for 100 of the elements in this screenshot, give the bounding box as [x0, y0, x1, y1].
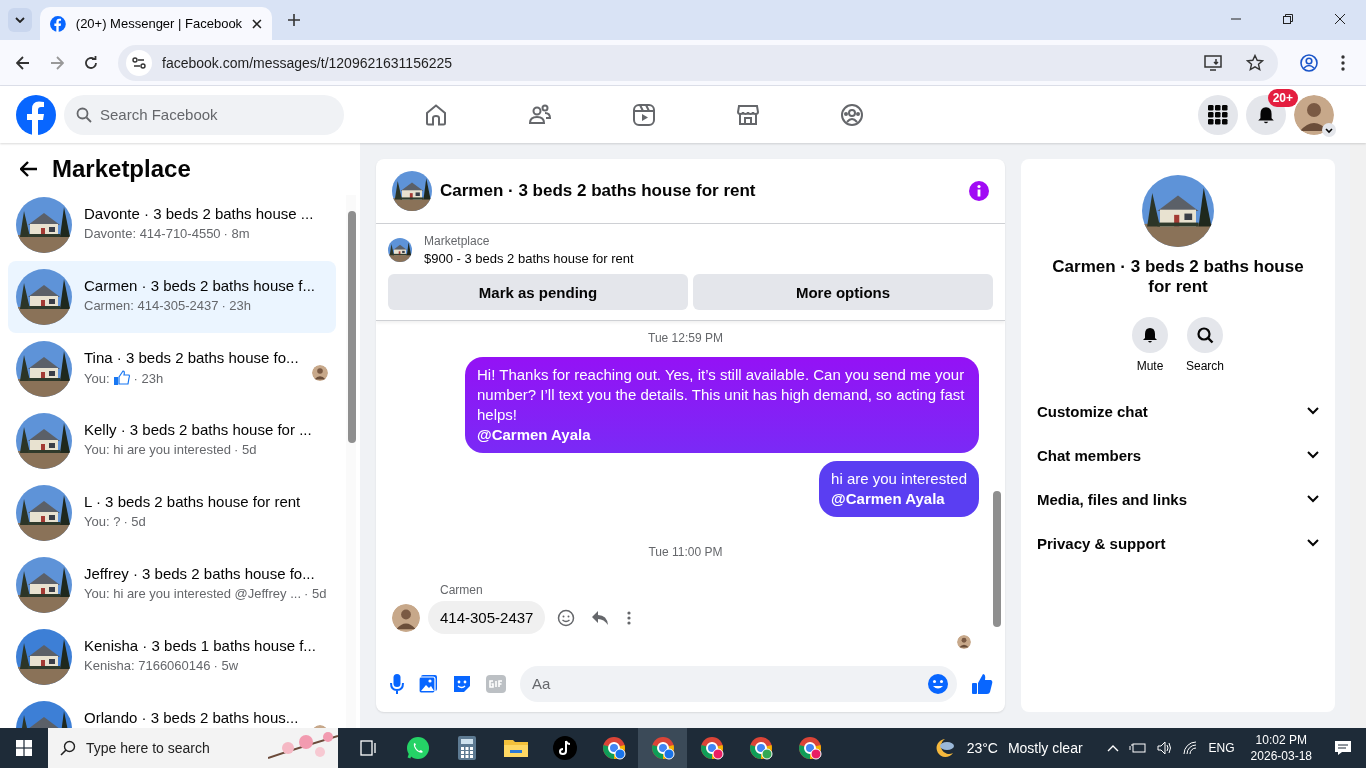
- close-icon[interactable]: [1335, 14, 1345, 24]
- more-icon[interactable]: [627, 610, 632, 625]
- action-button[interactable]: Mark as pending: [388, 274, 688, 310]
- close-icon[interactable]: [252, 18, 262, 29]
- search-field[interactable]: Search Facebook: [64, 94, 344, 135]
- section-label: Media, files and links: [1037, 490, 1188, 508]
- bookmark-star-icon[interactable]: [1246, 53, 1264, 72]
- conversation-time: · 5d: [123, 514, 146, 529]
- conversation-preview: Davonte: 414-710-4550: [84, 226, 221, 241]
- scrollbar[interactable]: [346, 195, 356, 728]
- browser-app-icon[interactable]: [650, 736, 675, 760]
- battery-icon[interactable]: [1128, 741, 1147, 755]
- groups-icon[interactable]: [840, 102, 864, 127]
- calculator-icon[interactable]: [457, 736, 476, 760]
- sidebar-title: Marketplace: [52, 155, 191, 183]
- chevron-up-icon[interactable]: [1106, 744, 1119, 752]
- conversation-time: · 8m: [223, 226, 250, 241]
- seen-avatar: [957, 635, 971, 649]
- store-icon[interactable]: [736, 102, 760, 127]
- conversation-item[interactable]: Carmen · 3 beds 2 baths house f... Carmen: 414-305-2437 · 23h: [8, 261, 336, 333]
- section-item[interactable]: Chat members: [1029, 433, 1327, 477]
- home-icon[interactable]: [424, 102, 448, 127]
- conversation-preview: You: ?: [84, 514, 121, 529]
- friends-icon[interactable]: [528, 102, 552, 127]
- taskbar-search-field[interactable]: Type here to search: [48, 728, 338, 768]
- thumbs-up-icon[interactable]: [971, 672, 993, 695]
- conversation-title: Orlando · 3 beds 2 baths hous...: [84, 709, 300, 726]
- emoji-icon[interactable]: [927, 672, 949, 695]
- chat-app-icon[interactable]: [405, 736, 430, 760]
- video-icon[interactable]: [632, 102, 656, 127]
- action-button[interactable]: More options: [693, 274, 993, 310]
- microphone-icon[interactable]: [390, 673, 404, 694]
- language-indicator[interactable]: ENG: [1208, 741, 1235, 755]
- chevron-down-icon: [1307, 407, 1319, 415]
- volume-icon[interactable]: [1156, 741, 1173, 755]
- site-settings-icon[interactable]: [126, 49, 152, 76]
- browser-app-icon[interactable]: [748, 736, 773, 760]
- conversation-preview: Kenisha: 7166060146: [84, 658, 211, 673]
- browser-app-icon[interactable]: [797, 736, 822, 760]
- url-text: facebook.com/messages/t/1209621631156225: [162, 54, 454, 71]
- browser-app-icon[interactable]: [699, 736, 724, 760]
- section-item[interactable]: Privacy & support: [1029, 521, 1327, 565]
- section-item[interactable]: Customize chat: [1029, 389, 1327, 433]
- conversation-item[interactable]: Davonte · 3 beds 2 baths house ... Davonte: 414-710-4550 · 8m: [8, 189, 336, 261]
- message-bubble: hi are you interested @Carmen Ayala: [819, 461, 979, 517]
- menu-button[interactable]: [1198, 94, 1238, 135]
- conversation-title: L · 3 beds 2 baths house for rent: [84, 493, 302, 510]
- conversation-preview: Carmen: 414-305-2437: [84, 298, 219, 313]
- profile-icon[interactable]: [1300, 53, 1318, 72]
- conversation-title: Kelly · 3 beds 2 baths house for ...: [84, 421, 313, 438]
- emoji-icon[interactable]: [557, 608, 576, 627]
- section-label: Customize chat: [1037, 402, 1148, 420]
- conversation-item[interactable]: Jeffrey · 3 beds 2 baths house fo... You: hi are you interested @Jeffrey ... · 5d: [8, 549, 336, 621]
- seen-avatar: [312, 365, 328, 381]
- page-scrollbar[interactable]: [1350, 143, 1366, 728]
- forward-icon[interactable]: [50, 55, 64, 70]
- section-item[interactable]: Media, files and links: [1029, 477, 1327, 521]
- music-app-icon[interactable]: [552, 736, 577, 760]
- chevron-down-icon: [1307, 495, 1319, 503]
- message-field[interactable]: Aa: [520, 665, 957, 702]
- reply-icon[interactable]: [591, 609, 610, 626]
- back-arrow-icon[interactable]: [20, 161, 38, 177]
- conversation-item[interactable]: Tina · 3 beds 2 baths house fo... You: · 23h: [8, 333, 336, 405]
- notification-icon[interactable]: [1334, 740, 1352, 756]
- bell-icon: [1141, 326, 1159, 344]
- chevron-down-icon[interactable]: [1322, 122, 1336, 137]
- back-icon[interactable]: [16, 55, 30, 70]
- folder-icon[interactable]: [503, 738, 528, 758]
- address-bar[interactable]: facebook.com/messages/t/1209621631156225: [118, 44, 1278, 81]
- wifi-icon[interactable]: [1182, 741, 1199, 755]
- windows-logo[interactable]: [16, 740, 32, 756]
- clock[interactable]: 10:02 PM 2026-03-18: [1250, 732, 1312, 764]
- conversation-preview: You: hi are you interested: [84, 442, 231, 457]
- browser-app-icon[interactable]: [601, 736, 626, 760]
- profile-avatar: [1294, 94, 1334, 135]
- conversation-time: · 5d: [304, 586, 327, 601]
- conversation-title: Jeffrey · 3 beds 2 baths house fo...: [84, 565, 316, 582]
- restore-icon[interactable]: [1283, 14, 1293, 24]
- conversation-item[interactable]: Kenisha · 3 beds 1 baths house f... Kenisha: 7166060146 · 5w: [8, 621, 336, 693]
- photo-icon[interactable]: [418, 673, 438, 694]
- install-icon[interactable]: [1204, 54, 1222, 71]
- facebook-logo[interactable]: [50, 15, 66, 32]
- notification-badge: 20+: [1267, 88, 1298, 107]
- conversation-item[interactable]: Kelly · 3 beds 2 baths house for ... You: hi are you interested · 5d: [8, 405, 336, 477]
- message-timestamp: Tue 11:00 PM: [648, 545, 723, 559]
- conversation-item[interactable]: L · 3 beds 2 baths house for rent You: ? · 5d: [8, 477, 336, 549]
- browser-tab[interactable]: (20+) Messenger | Facebook: [40, 7, 272, 40]
- task-view-icon[interactable]: [359, 740, 378, 756]
- listing-title[interactable]: $900 - 3 beds 2 baths house for rent: [424, 251, 634, 266]
- search-icon: [1196, 326, 1214, 344]
- reload-icon[interactable]: [84, 55, 98, 70]
- facebook-logo[interactable]: [16, 94, 56, 135]
- info-icon[interactable]: [969, 181, 989, 201]
- chat-title: Carmen · 3 beds 2 baths house for rent: [440, 181, 757, 201]
- sticker-icon[interactable]: [452, 673, 472, 694]
- conversation-preview: You:: [84, 370, 110, 386]
- new-tab-icon[interactable]: [288, 14, 300, 26]
- menu-icon[interactable]: [1341, 54, 1345, 71]
- listing-label: Marketplace: [424, 234, 491, 248]
- tab-list-button[interactable]: [8, 8, 32, 32]
